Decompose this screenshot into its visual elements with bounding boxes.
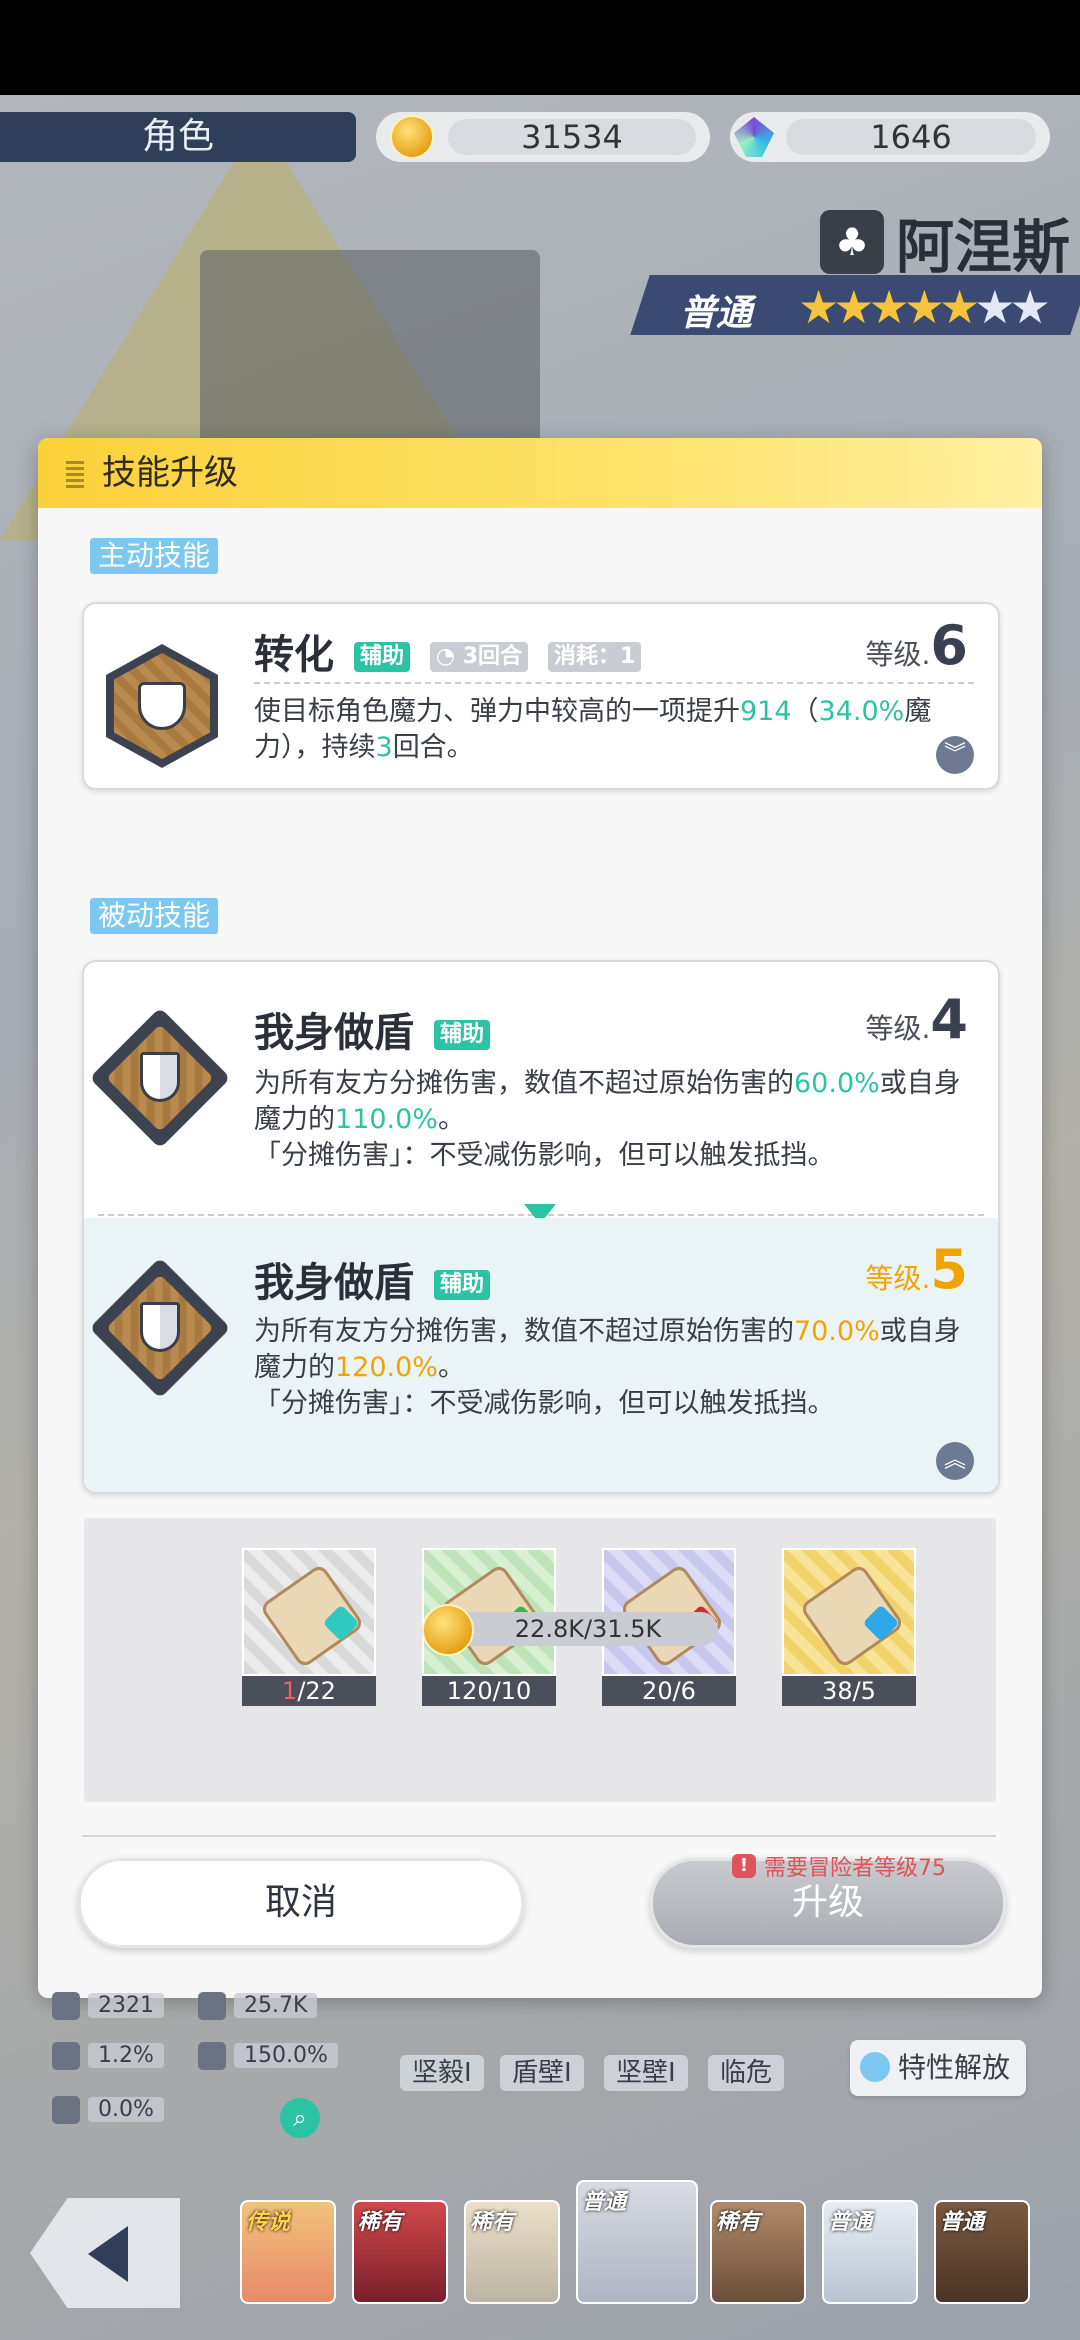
divider <box>82 1835 996 1837</box>
collapse-chevron-icon[interactable]: ︽ <box>936 1442 974 1480</box>
trait-unlock-button[interactable]: 特性解放 <box>850 2040 1027 2096</box>
character-portrait[interactable]: 普通 <box>822 2200 918 2304</box>
crit-icon <box>198 2042 226 2070</box>
active-skill-icon <box>106 644 218 768</box>
passive-skill-icon <box>89 1007 231 1149</box>
active-skill-level: 等级.6 <box>865 614 968 677</box>
dialog-header: 技能升级 <box>38 438 1042 508</box>
gem-amount: 1646 <box>786 119 1036 155</box>
passive-skill-section-label: 被动技能 <box>90 898 219 934</box>
material-count: 120/10 <box>422 1676 556 1706</box>
character-portrait[interactable]: 稀有 <box>464 2200 560 2304</box>
trait-tag[interactable]: 临危 <box>708 2055 785 2091</box>
warning-icon: ! <box>732 1854 756 1878</box>
shield-icon <box>140 1052 180 1102</box>
star-filled-icon: ★★★★★ <box>798 280 980 334</box>
passive-skill-name: 我身做盾 <box>254 1260 414 1306</box>
expand-chevron-icon[interactable]: ︾ <box>936 736 974 774</box>
grip-icon <box>66 460 84 488</box>
skill-cost-tag: 消耗：1 <box>548 642 642 672</box>
coin-amount: 31534 <box>448 119 696 155</box>
materials-panel: 1/22 120/10 20/6 38/5 <box>84 1518 996 1802</box>
passive-skill-next-level: 等级.5 <box>865 1238 968 1301</box>
divider <box>254 682 974 684</box>
character-name: ♣ 阿涅斯 <box>819 200 1070 284</box>
star-empty-icon: ★★ <box>974 280 1051 334</box>
gem-icon <box>734 117 774 157</box>
search-icon[interactable]: ⌕ <box>280 2098 320 2138</box>
character-portrait[interactable]: 传说 <box>240 2200 336 2304</box>
material-count: 38/5 <box>782 1676 916 1706</box>
scroll-icon <box>242 1548 376 1676</box>
coin-icon <box>422 1604 474 1656</box>
active-skill-card[interactable]: 转化 辅助 ◔ 3回合 消耗：1 等级.6 使目标角色魔力、弹力中较高的一项提升… <box>82 602 1000 790</box>
tree-class-icon: ♣ <box>819 210 884 274</box>
character-portrait[interactable]: 稀有 <box>710 2200 806 2304</box>
shield-cross-icon <box>138 682 186 730</box>
passive-skill-current-level: 等级.4 <box>865 988 968 1051</box>
fairy-icon <box>860 2052 890 2082</box>
trait-tag[interactable]: 坚壁I <box>604 2055 688 2091</box>
dialog-title: 技能升级 <box>102 453 238 493</box>
passive-skill-name: 我身做盾 <box>254 1010 414 1056</box>
character-portrait-selected[interactable]: 普通 <box>576 2180 698 2304</box>
stat-value: 0.0% <box>88 2097 164 2122</box>
back-arrow-icon <box>88 2226 128 2282</box>
trait-tag[interactable]: 盾壁I <box>500 2055 584 2091</box>
coin-display[interactable]: 31534 <box>376 112 710 162</box>
coin-icon <box>390 115 434 159</box>
passive-skill-current-description: 为所有友方分摊伤害，数值不超过原始伤害的60.0%或自身魔力的110.0%。 「分… <box>254 1068 961 1171</box>
stat-value: 1.2% <box>88 2043 164 2068</box>
level-requirement: ! 需要冒险者等级75 <box>732 1850 946 1882</box>
material-count: 20/6 <box>602 1676 736 1706</box>
skill-upgrade-dialog: 技能升级 主动技能 转化 辅助 ◔ 3回合 消耗：1 等级.6 使目标角色魔力、… <box>38 438 1042 1998</box>
active-skill-name: 转化 <box>254 632 334 678</box>
passive-skill-next-description: 为所有友方分摊伤害，数值不超过原始伤害的70.0%或自身魔力的120.0%。 「分… <box>254 1316 961 1419</box>
defense-icon <box>198 1992 226 2020</box>
character-portrait[interactable]: 稀有 <box>352 2200 448 2304</box>
role-tab[interactable]: 角色 <box>0 112 356 162</box>
passive-skill-card[interactable]: 我身做盾 辅助 等级.4 为所有友方分摊伤害，数值不超过原始伤害的60.0%或自… <box>82 960 1000 1494</box>
star-stat-icon <box>52 2042 80 2070</box>
skill-type-tag: 辅助 <box>433 1020 490 1050</box>
rarity-label: 普通 <box>680 293 753 334</box>
material-item[interactable]: 38/5 <box>782 1548 916 1706</box>
shield-icon <box>140 1302 180 1352</box>
cancel-button[interactable]: 取消 <box>78 1858 524 1948</box>
stat-value: 25.7K <box>234 1993 318 2018</box>
passive-skill-icon <box>89 1257 231 1399</box>
scroll-icon <box>782 1548 916 1676</box>
character-portrait[interactable]: 普通 <box>934 2200 1030 2304</box>
attack-icon <box>52 1992 80 2020</box>
stat-value: 2321 <box>88 1993 164 2018</box>
active-skill-section-label: 主动技能 <box>90 538 219 574</box>
top-bar: 角色 31534 1646 <box>0 112 1080 166</box>
evade-icon <box>52 2096 80 2124</box>
material-item[interactable]: 1/22 <box>242 1548 376 1706</box>
skill-type-tag: 辅助 <box>433 1270 490 1300</box>
star-rating: ★★★★★★★ <box>798 280 1051 334</box>
trait-tag[interactable]: 坚毅I <box>400 2055 484 2091</box>
skill-duration-tag: ◔ 3回合 <box>429 642 529 672</box>
gem-display[interactable]: 1646 <box>730 112 1050 162</box>
active-skill-description: 使目标角色魔力、弹力中较高的一项提升914（34.0%魔力），持续3回合。 <box>254 696 932 763</box>
skill-type-tag: 辅助 <box>353 642 410 672</box>
stat-value: 150.0% <box>234 2043 338 2068</box>
